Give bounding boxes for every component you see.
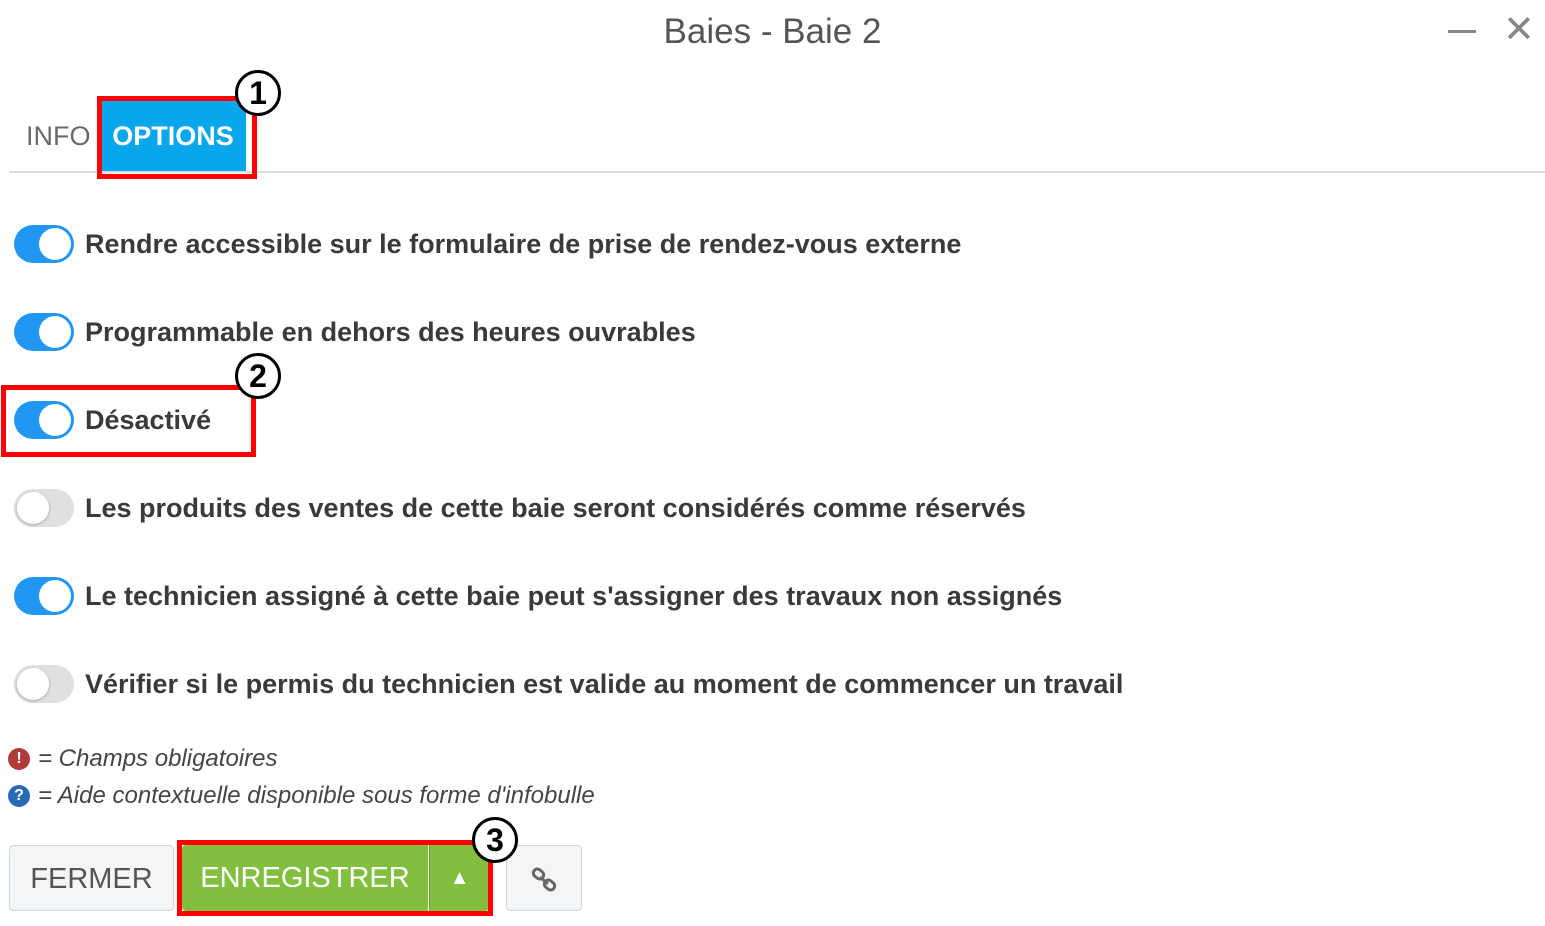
option-label: Vérifier si le permis du technicien est … bbox=[85, 668, 1124, 699]
option-label: Désactivé bbox=[85, 404, 212, 435]
toggle-switch[interactable] bbox=[14, 313, 74, 351]
option-row: Rendre accessible sur le formulaire de p… bbox=[14, 222, 961, 266]
close-button[interactable]: FERMER bbox=[9, 845, 174, 911]
legend-required: ! = Champs obligatoires bbox=[8, 745, 277, 773]
option-row: Le technicien assigné à cette baie peut … bbox=[14, 574, 1062, 618]
toggle-switch[interactable] bbox=[14, 401, 74, 439]
baies-dialog: Baies - Baie 2 ✕ INFO OPTIONS Rendre acc… bbox=[0, 0, 1545, 926]
toggle-switch[interactable] bbox=[14, 577, 74, 615]
toggle-switch[interactable] bbox=[14, 665, 74, 703]
legend-help: ? = Aide contextuelle disponible sous fo… bbox=[8, 782, 595, 810]
legend-help-text: = Aide contextuelle disponible sous form… bbox=[38, 782, 595, 809]
option-label: Programmable en dehors des heures ouvrab… bbox=[85, 316, 696, 347]
option-row: Vérifier si le permis du technicien est … bbox=[14, 662, 1123, 706]
option-label: Rendre accessible sur le formulaire de p… bbox=[85, 228, 962, 259]
tab-info[interactable]: INFO bbox=[14, 100, 103, 172]
legend-required-text: = Champs obligatoires bbox=[38, 745, 278, 772]
option-row: Programmable en dehors des heures ouvrab… bbox=[14, 310, 696, 354]
option-row: Désactivé bbox=[14, 398, 211, 442]
step-badge-1: 1 bbox=[235, 70, 281, 116]
window-title: Baies - Baie 2 bbox=[663, 12, 882, 51]
link-button[interactable] bbox=[506, 845, 582, 911]
tab-options[interactable]: OPTIONS bbox=[100, 100, 246, 172]
toggle-switch[interactable] bbox=[14, 489, 74, 527]
step-badge-2: 2 bbox=[235, 353, 281, 399]
tabs-divider bbox=[9, 171, 1545, 173]
link-icon bbox=[531, 867, 557, 892]
toggle-switch[interactable] bbox=[14, 225, 74, 263]
save-button[interactable]: ENREGISTRER bbox=[182, 845, 428, 911]
option-label: Les produits des ventes de cette baie se… bbox=[85, 492, 1026, 523]
close-icon[interactable]: ✕ bbox=[1503, 8, 1535, 52]
option-row: Les produits des ventes de cette baie se… bbox=[14, 486, 1026, 530]
option-label: Le technicien assigné à cette baie peut … bbox=[85, 580, 1063, 611]
step-badge-3: 3 bbox=[472, 817, 518, 863]
required-icon: ! bbox=[8, 748, 30, 770]
help-icon: ? bbox=[8, 785, 30, 807]
